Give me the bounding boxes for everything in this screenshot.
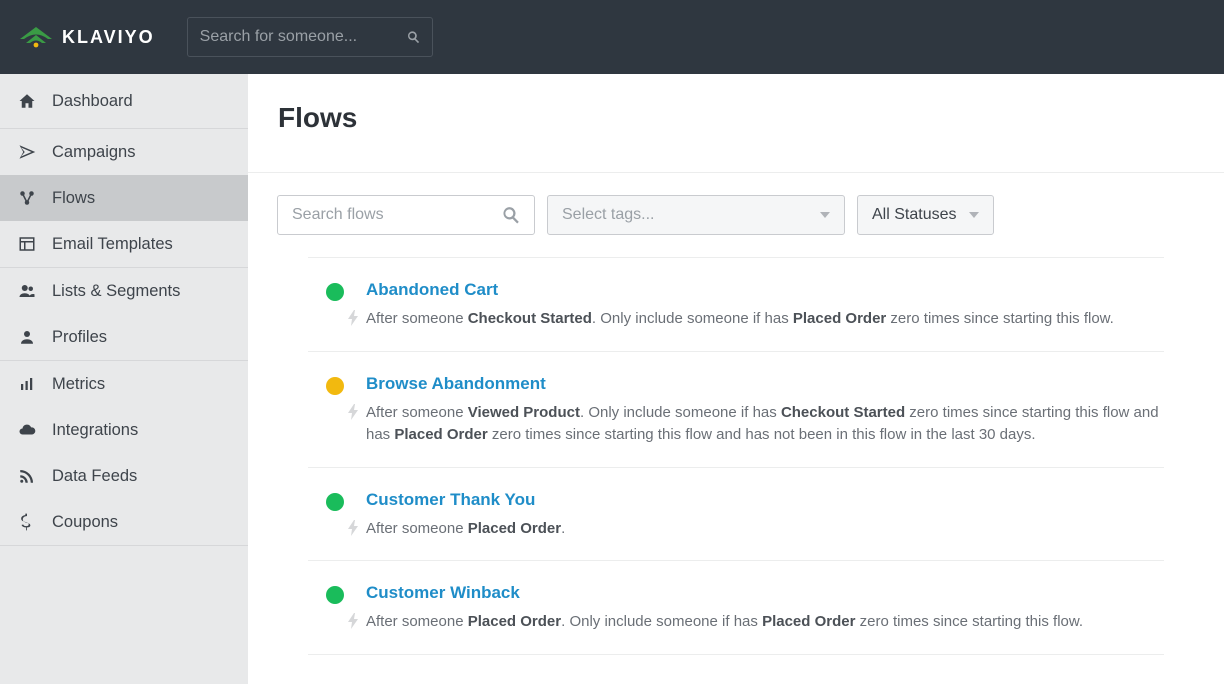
sidebar-item-dashboard[interactable]: Dashboard — [0, 74, 248, 128]
search-icon — [407, 29, 420, 45]
search-icon — [502, 206, 520, 224]
sidebar-item-flows[interactable]: Flows — [0, 175, 248, 221]
send-icon — [16, 143, 38, 161]
status-select[interactable]: All Statuses — [857, 195, 994, 235]
flow-list: Abandoned Cart After someone Checkout Sta… — [278, 257, 1194, 655]
flow-row: Customer Thank You After someone Placed O… — [308, 468, 1164, 562]
sidebar-item-campaigns[interactable]: Campaigns — [0, 129, 248, 175]
flow-icon — [16, 189, 38, 207]
brand-text: KLAVIYO — [62, 27, 155, 48]
sidebar-item-label: Email Templates — [52, 235, 173, 254]
sidebar-item-coupons[interactable]: Coupons — [0, 499, 248, 545]
sidebar-item-label: Metrics — [52, 375, 105, 394]
sidebar-item-metrics[interactable]: Metrics — [0, 361, 248, 407]
flow-title[interactable]: Abandoned Cart — [366, 280, 1164, 300]
status-dot — [326, 283, 344, 301]
flow-row: Browse Abandonment After someone Viewed P… — [308, 352, 1164, 468]
sidebar-item-label: Coupons — [52, 513, 118, 532]
sidebar-item-profiles[interactable]: Profiles — [0, 314, 248, 360]
flow-row: Customer Winback After someone Placed Ord… — [308, 561, 1164, 655]
topbar: KLAVIYO — [0, 0, 1224, 74]
filters-bar: Select tags... All Statuses — [277, 173, 1194, 257]
top-search-input[interactable] — [200, 28, 407, 46]
bolt-icon — [348, 613, 358, 629]
flow-description: After someone Placed Order. Only include… — [366, 611, 1164, 634]
chevron-down-icon — [820, 212, 830, 218]
sidebar-item-integrations[interactable]: Integrations — [0, 407, 248, 453]
flow-title[interactable]: Customer Thank You — [366, 490, 1164, 510]
sidebar-item-label: Profiles — [52, 328, 107, 347]
sidebar-item-label: Integrations — [52, 421, 138, 440]
flow-title[interactable]: Customer Winback — [366, 583, 1164, 603]
bolt-icon — [348, 520, 358, 536]
flow-search-input[interactable] — [292, 206, 502, 224]
bolt-icon — [348, 310, 358, 326]
sidebar: Dashboard Campaigns Flows Email Templates Li… — [0, 74, 248, 684]
sidebar-item-label: Flows — [52, 189, 95, 208]
flow-description: After someone Checkout Started. Only inc… — [366, 308, 1164, 331]
home-icon — [16, 92, 38, 110]
sidebar-item-label: Lists & Segments — [52, 282, 180, 301]
flow-title[interactable]: Browse Abandonment — [366, 374, 1164, 394]
status-select-label: All Statuses — [872, 206, 956, 224]
logo-icon — [18, 25, 54, 49]
feed-icon — [16, 467, 38, 485]
tags-select-label: Select tags... — [562, 206, 655, 224]
sidebar-item-lists-segments[interactable]: Lists & Segments — [0, 268, 248, 314]
sidebar-item-label: Campaigns — [52, 143, 135, 162]
bolt-icon — [348, 404, 358, 420]
page-title: Flows — [278, 102, 1194, 134]
sidebar-item-label: Data Feeds — [52, 467, 137, 486]
tags-select[interactable]: Select tags... — [547, 195, 845, 235]
chart-icon — [16, 375, 38, 393]
dollar-icon — [16, 512, 38, 532]
sidebar-item-data-feeds[interactable]: Data Feeds — [0, 453, 248, 499]
cloud-icon — [16, 421, 38, 439]
brand-logo[interactable]: KLAVIYO — [18, 25, 155, 49]
page-header: Flows — [248, 74, 1224, 173]
status-dot — [326, 377, 344, 395]
sidebar-item-email-templates[interactable]: Email Templates — [0, 221, 248, 267]
status-dot — [326, 493, 344, 511]
flow-description: After someone Viewed Product. Only inclu… — [366, 402, 1164, 447]
status-dot — [326, 586, 344, 604]
chevron-down-icon — [969, 212, 979, 218]
user-icon — [16, 328, 38, 346]
sidebar-item-label: Dashboard — [52, 92, 133, 111]
flow-search[interactable] — [277, 195, 535, 235]
top-search[interactable] — [187, 17, 433, 57]
template-icon — [16, 235, 38, 253]
flow-description: After someone Placed Order. — [366, 518, 1164, 541]
users-icon — [16, 282, 38, 300]
flow-row: Abandoned Cart After someone Checkout Sta… — [308, 257, 1164, 352]
main: Flows Select tags... All Statuses — [248, 74, 1224, 684]
